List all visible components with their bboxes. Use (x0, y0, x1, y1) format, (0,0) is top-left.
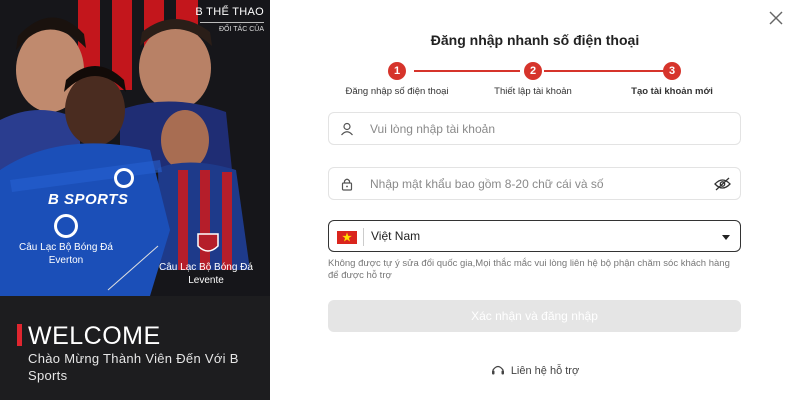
club-label-levante: Câu Lạc Bộ Bóng Đá Levente (159, 262, 253, 286)
welcome-accent-bar (17, 324, 22, 346)
step-indicator: 1 2 3 Đăng nhập số điện thoại Thiết lập … (334, 62, 734, 102)
step-1-badge: 1 (388, 62, 406, 80)
step-3-badge: 3 (663, 62, 681, 80)
country-value: Việt Nam (371, 229, 421, 243)
user-icon (341, 122, 353, 136)
password-field (328, 167, 741, 200)
step-2-badge: 2 (524, 62, 542, 80)
welcome-subtitle: Chào Mừng Thành Viên Đến Với B Sports (28, 351, 239, 383)
shirt-sponsor-text: B SPORTS (48, 191, 129, 208)
brand-title: B THỂ THAO (195, 6, 264, 18)
club-label-everton: Câu Lạc Bộ Bóng Đá Everton (19, 242, 113, 266)
lock-icon (341, 178, 353, 191)
country-note: Không được tự ý sửa đổi quốc gia,Mọi thắ… (328, 258, 730, 281)
support-link[interactable]: Liên hệ hỗ trợ (270, 364, 800, 377)
brand-divider (200, 22, 264, 23)
step-2-label: Thiết lập tài khoản (494, 86, 572, 97)
close-icon[interactable] (768, 10, 784, 26)
login-title: Đăng nhập nhanh số điện thoại (430, 32, 640, 48)
headset-icon (491, 365, 504, 375)
step-3-label: Tạo tài khoản mới (631, 86, 713, 97)
submit-button[interactable]: Xác nhận và đăng nhập (328, 300, 741, 332)
promo-panel: B THỂ THAO ĐỐI TÁC CỦA B SPORTS Câu Lạc … (0, 0, 270, 400)
password-input[interactable] (370, 168, 710, 199)
step-1-label: Đăng nhập số điện thoại (345, 86, 449, 97)
country-divider (363, 228, 364, 246)
step-connector (544, 70, 664, 72)
login-panel: Đăng nhập nhanh số điện thoại 1 2 3 Đăng… (270, 0, 800, 400)
vietnam-flag-icon (337, 231, 357, 244)
account-input[interactable] (370, 113, 710, 144)
account-field (328, 112, 741, 145)
country-select[interactable]: Việt Nam (328, 220, 741, 252)
eye-off-icon[interactable] (714, 177, 731, 191)
promo-banner-image: B THỂ THAO ĐỐI TÁC CỦA B SPORTS Câu Lạc … (0, 0, 270, 296)
step-connector (414, 70, 520, 72)
brand-subtitle: ĐỐI TÁC CỦA (219, 26, 264, 33)
caret-down-icon (722, 235, 730, 240)
support-label: Liên hệ hỗ trợ (510, 365, 580, 377)
welcome-heading: WELCOME (28, 322, 161, 350)
